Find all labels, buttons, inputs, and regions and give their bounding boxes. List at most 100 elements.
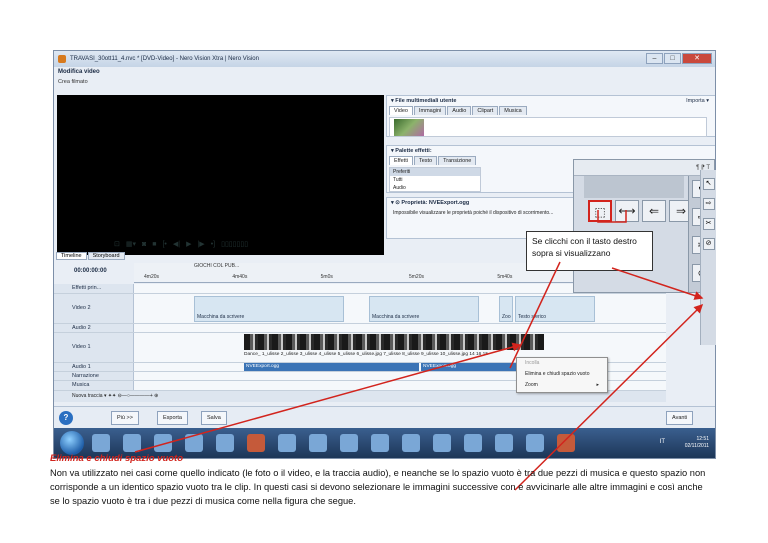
filezilla-icon[interactable] — [247, 434, 265, 452]
explorer-icon[interactable] — [92, 434, 110, 452]
help-button[interactable]: ? — [59, 411, 73, 425]
stop-icon[interactable]: ■ — [152, 241, 156, 248]
track-label[interactable]: Audio 1 — [54, 363, 134, 371]
select-region-icon[interactable]: ⬚ — [588, 200, 612, 222]
arrow-right-icon[interactable]: ⇨ — [702, 198, 715, 210]
media-thumbnail[interactable] — [394, 119, 424, 136]
scissors-icon[interactable]: ✂ — [702, 218, 715, 230]
video1-clip-strip[interactable] — [244, 334, 544, 350]
tab-testo[interactable]: Testo — [413, 156, 438, 165]
track-label[interactable]: Narrazione — [54, 372, 134, 380]
timeline-tool-strip: ↖ ⇨ ✂ ⊘ — [700, 170, 716, 345]
camera-icon[interactable]: ◙ — [142, 241, 146, 248]
page-subheading: Crea filmato — [58, 79, 88, 85]
video2-clip[interactable]: Testo sferico — [515, 296, 595, 322]
next-button[interactable]: Avanti — [666, 411, 694, 425]
app-icon[interactable] — [402, 434, 420, 452]
media-icon[interactable] — [123, 434, 141, 452]
aspect-icon[interactable]: ▦▾ — [126, 240, 136, 248]
export-button[interactable]: Esporta — [157, 411, 188, 425]
mark-in-icon[interactable]: [• — [162, 241, 166, 248]
ruler-tick: 5m0s — [320, 274, 333, 280]
scrub-bar[interactable]: ▯▯▯▯▯▯▯ — [221, 240, 248, 248]
footer-bar: ? Più >> Esporta Salva Avanti — [54, 406, 715, 428]
move-left-icon[interactable]: ⇐ — [642, 200, 666, 222]
language-indicator[interactable]: IT — [660, 439, 665, 445]
tab-transizione[interactable]: Transizione — [438, 156, 477, 165]
fullscreen-icon[interactable]: ⊡ — [114, 240, 120, 248]
track-label[interactable]: Video 2 — [54, 294, 134, 323]
mark-out-icon[interactable]: •] — [211, 241, 215, 248]
track-label[interactable]: Effetti prin... — [54, 284, 134, 293]
tab-effetti[interactable]: Effetti — [389, 156, 413, 165]
track-video-2: Video 2 Macchina da scrivere Macchina da… — [54, 294, 666, 324]
track-lane[interactable]: Macchina da scrivere Macchina da scriver… — [134, 294, 666, 323]
tab-storyboard[interactable]: Storyboard — [87, 252, 125, 260]
firefox-icon[interactable] — [495, 434, 513, 452]
app-icon[interactable] — [464, 434, 482, 452]
play-icon[interactable]: ▶ — [186, 240, 191, 248]
app-icon[interactable] — [185, 434, 203, 452]
ruler-tick: 5m40s — [497, 274, 513, 280]
tab-video[interactable]: Video — [389, 106, 413, 115]
timeline-tabs: Timeline Storyboard — [56, 252, 126, 260]
track-label[interactable]: Audio 2 — [54, 324, 134, 332]
start-button[interactable] — [60, 431, 84, 455]
track-lane[interactable] — [134, 324, 666, 332]
menu-item-paste[interactable]: Incolla — [517, 358, 607, 369]
app-icon[interactable] — [526, 434, 544, 452]
window-titlebar: TRAVASI_30ott11_4.nvc * [DVD-Video] - Ne… — [54, 51, 715, 67]
properties-title[interactable]: ▾ ⊙ Proprietà: NVEExport.ogg — [391, 200, 469, 206]
import-button[interactable]: Importa ▾ — [686, 98, 709, 104]
close-button[interactable]: ✕ — [682, 53, 712, 64]
list-item[interactable]: Preferiti — [390, 168, 480, 176]
minimize-button[interactable]: – — [646, 53, 663, 64]
menu-item-zoom[interactable]: Zoom ▸ — [517, 380, 607, 391]
list-item[interactable]: Tutti — [390, 176, 480, 184]
save-button[interactable]: Salva — [201, 411, 227, 425]
media-panel-title[interactable]: ▾ File multimediali utente — [391, 98, 456, 104]
more-button[interactable]: Più >> — [111, 411, 139, 425]
tab-timeline[interactable]: Timeline — [56, 252, 87, 260]
tab-clipart[interactable]: Clipart — [472, 106, 499, 115]
ie-icon[interactable] — [371, 434, 389, 452]
maximize-button[interactable]: □ — [664, 53, 681, 64]
taskbar-clock[interactable]: 12:51 02/11/2011 — [685, 436, 709, 450]
effects-panel-title[interactable]: ▾ Palette effetti: — [391, 148, 432, 154]
previous-icon[interactable]: ◀| — [173, 240, 180, 248]
video2-clip[interactable]: Macchina da scrivere — [369, 296, 479, 322]
app-icon[interactable] — [216, 434, 234, 452]
app-icon[interactable] — [278, 434, 296, 452]
track-label[interactable]: Musica — [54, 381, 134, 390]
ruler-tick: 4m20s — [144, 274, 160, 280]
video2-clip[interactable]: Zoo — [499, 296, 513, 322]
video1-clip-labels: Dance_ 1_ulisse 2_ulisse 3_ulisse 4_ulis… — [244, 352, 488, 357]
pointer-icon[interactable]: ↖ — [702, 178, 715, 190]
caption-title: Elimina e chiudi spazio vuoto — [50, 453, 184, 464]
media-area — [389, 117, 707, 137]
app-icon[interactable] — [154, 434, 172, 452]
chapter-marker[interactable]: GIOCHI COL PUB... — [194, 263, 239, 269]
list-item[interactable]: Audio — [390, 184, 480, 192]
window-controls: – □ ✕ — [645, 53, 712, 64]
expand-both-icon[interactable]: ⟷ — [615, 200, 639, 222]
transport-controls: ⊡ ▦▾ ◙ ■ [• ◀| ▶ |▶ •] ▯▯▯▯▯▯▯ — [114, 237, 382, 251]
nero-app-icon — [58, 55, 66, 63]
next-icon[interactable]: |▶ — [197, 240, 204, 248]
app-icon[interactable] — [557, 434, 575, 452]
undo-icon[interactable]: ⊘ — [702, 238, 715, 250]
video2-clip[interactable]: Macchina da scrivere — [194, 296, 344, 322]
tab-audio[interactable]: Audio — [447, 106, 472, 115]
track-label[interactable]: Video 1 — [54, 333, 134, 362]
video-preview — [57, 95, 384, 255]
caption-body: Non va utilizzato nei casi come quello i… — [50, 468, 706, 506]
app-icon[interactable] — [433, 434, 451, 452]
tab-immagini[interactable]: Immagini — [413, 106, 447, 115]
effects-list: Preferiti Tutti Audio — [389, 167, 481, 192]
menu-item-delete-close-gap[interactable]: Elimina e chiudi spazio vuoto — [517, 369, 607, 380]
tab-musica[interactable]: Musica — [499, 106, 527, 115]
media-tabs: Video Immagini Audio Clipart Musica — [387, 106, 715, 115]
app-icon[interactable] — [309, 434, 327, 452]
audio1-clip[interactable]: NVEExport.ogg — [244, 363, 419, 371]
app-icon[interactable] — [340, 434, 358, 452]
